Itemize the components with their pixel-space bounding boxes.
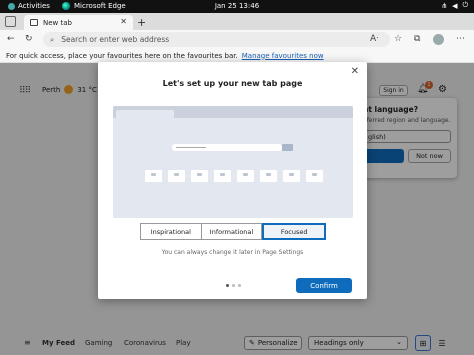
page-dot[interactable] xyxy=(232,284,235,287)
preview-tile xyxy=(145,170,162,182)
collections-icon[interactable]: ⧉ xyxy=(414,34,420,44)
page-dot[interactable] xyxy=(226,284,229,287)
manage-favourites-link[interactable]: Manage favourites now xyxy=(242,52,324,60)
preview-tile xyxy=(283,170,300,182)
tab-actions-icon[interactable] xyxy=(5,16,16,27)
close-icon[interactable]: ✕ xyxy=(351,66,359,77)
favourites-hint: For quick access, place your favourites … xyxy=(6,51,238,60)
navigation-bar: ← ↻ ⌕ Search or enter web address Aᐧ ☆ ⧉ xyxy=(0,30,474,49)
preview-tile xyxy=(214,170,231,182)
plus-icon[interactable]: + xyxy=(137,16,146,29)
favourites-bar: For quick access, place your favourites … xyxy=(0,49,474,63)
option-focused[interactable]: Focused xyxy=(262,223,327,240)
system-top-bar: Activities Microsoft Edge Jan 25 13:46 ⋔… xyxy=(0,0,474,13)
preview-search-button xyxy=(282,144,293,151)
preview-tile xyxy=(237,170,254,182)
favourite-icon[interactable]: ☆ xyxy=(394,34,402,44)
settings-hint: You can always change it later in Page S… xyxy=(161,249,304,256)
preview-tile xyxy=(260,170,277,182)
more-icon[interactable]: ⋯ xyxy=(456,34,465,44)
layout-options: Inspirational Informational Focused xyxy=(140,223,327,240)
dialog-title: Let's set up your new tab page xyxy=(162,79,303,88)
preview-search-text xyxy=(176,147,206,148)
close-icon[interactable]: ✕ xyxy=(120,17,127,26)
confirm-button[interactable]: Confirm xyxy=(296,278,352,293)
network-icon: ⋔ xyxy=(441,1,448,10)
page-indicator xyxy=(226,284,241,287)
tab-label: New tab xyxy=(43,18,72,27)
preview-tab xyxy=(116,110,174,119)
search-icon: ⌕ xyxy=(50,34,55,44)
tab-strip: New tab ✕ + xyxy=(0,13,474,30)
page-dot[interactable] xyxy=(238,284,241,287)
power-icon: ⏻ xyxy=(462,1,468,9)
volume-icon: ◀ xyxy=(452,1,458,10)
clock[interactable]: Jan 25 13:46 xyxy=(0,2,474,10)
system-tray[interactable]: ⋔ ◀ ⏻ xyxy=(441,1,468,10)
back-icon[interactable]: ← xyxy=(7,34,15,44)
preview-tile xyxy=(168,170,185,182)
address-placeholder: Search or enter web address xyxy=(61,35,170,44)
address-bar[interactable]: ⌕ Search or enter web address xyxy=(43,32,390,47)
read-aloud-icon[interactable]: Aᐧ xyxy=(370,34,378,44)
refresh-icon[interactable]: ↻ xyxy=(25,34,33,44)
setup-dialog: ✕ Let's set up your new tab page Inspira… xyxy=(98,62,367,299)
tab-new-tab[interactable]: New tab ✕ xyxy=(24,15,133,30)
profile-icon[interactable] xyxy=(433,34,444,45)
preview-tile xyxy=(306,170,323,182)
option-informational[interactable]: Informational xyxy=(201,223,263,240)
tab-icon xyxy=(30,19,38,26)
preview-tile xyxy=(191,170,208,182)
layout-preview xyxy=(113,106,353,218)
option-inspirational[interactable]: Inspirational xyxy=(140,223,202,240)
